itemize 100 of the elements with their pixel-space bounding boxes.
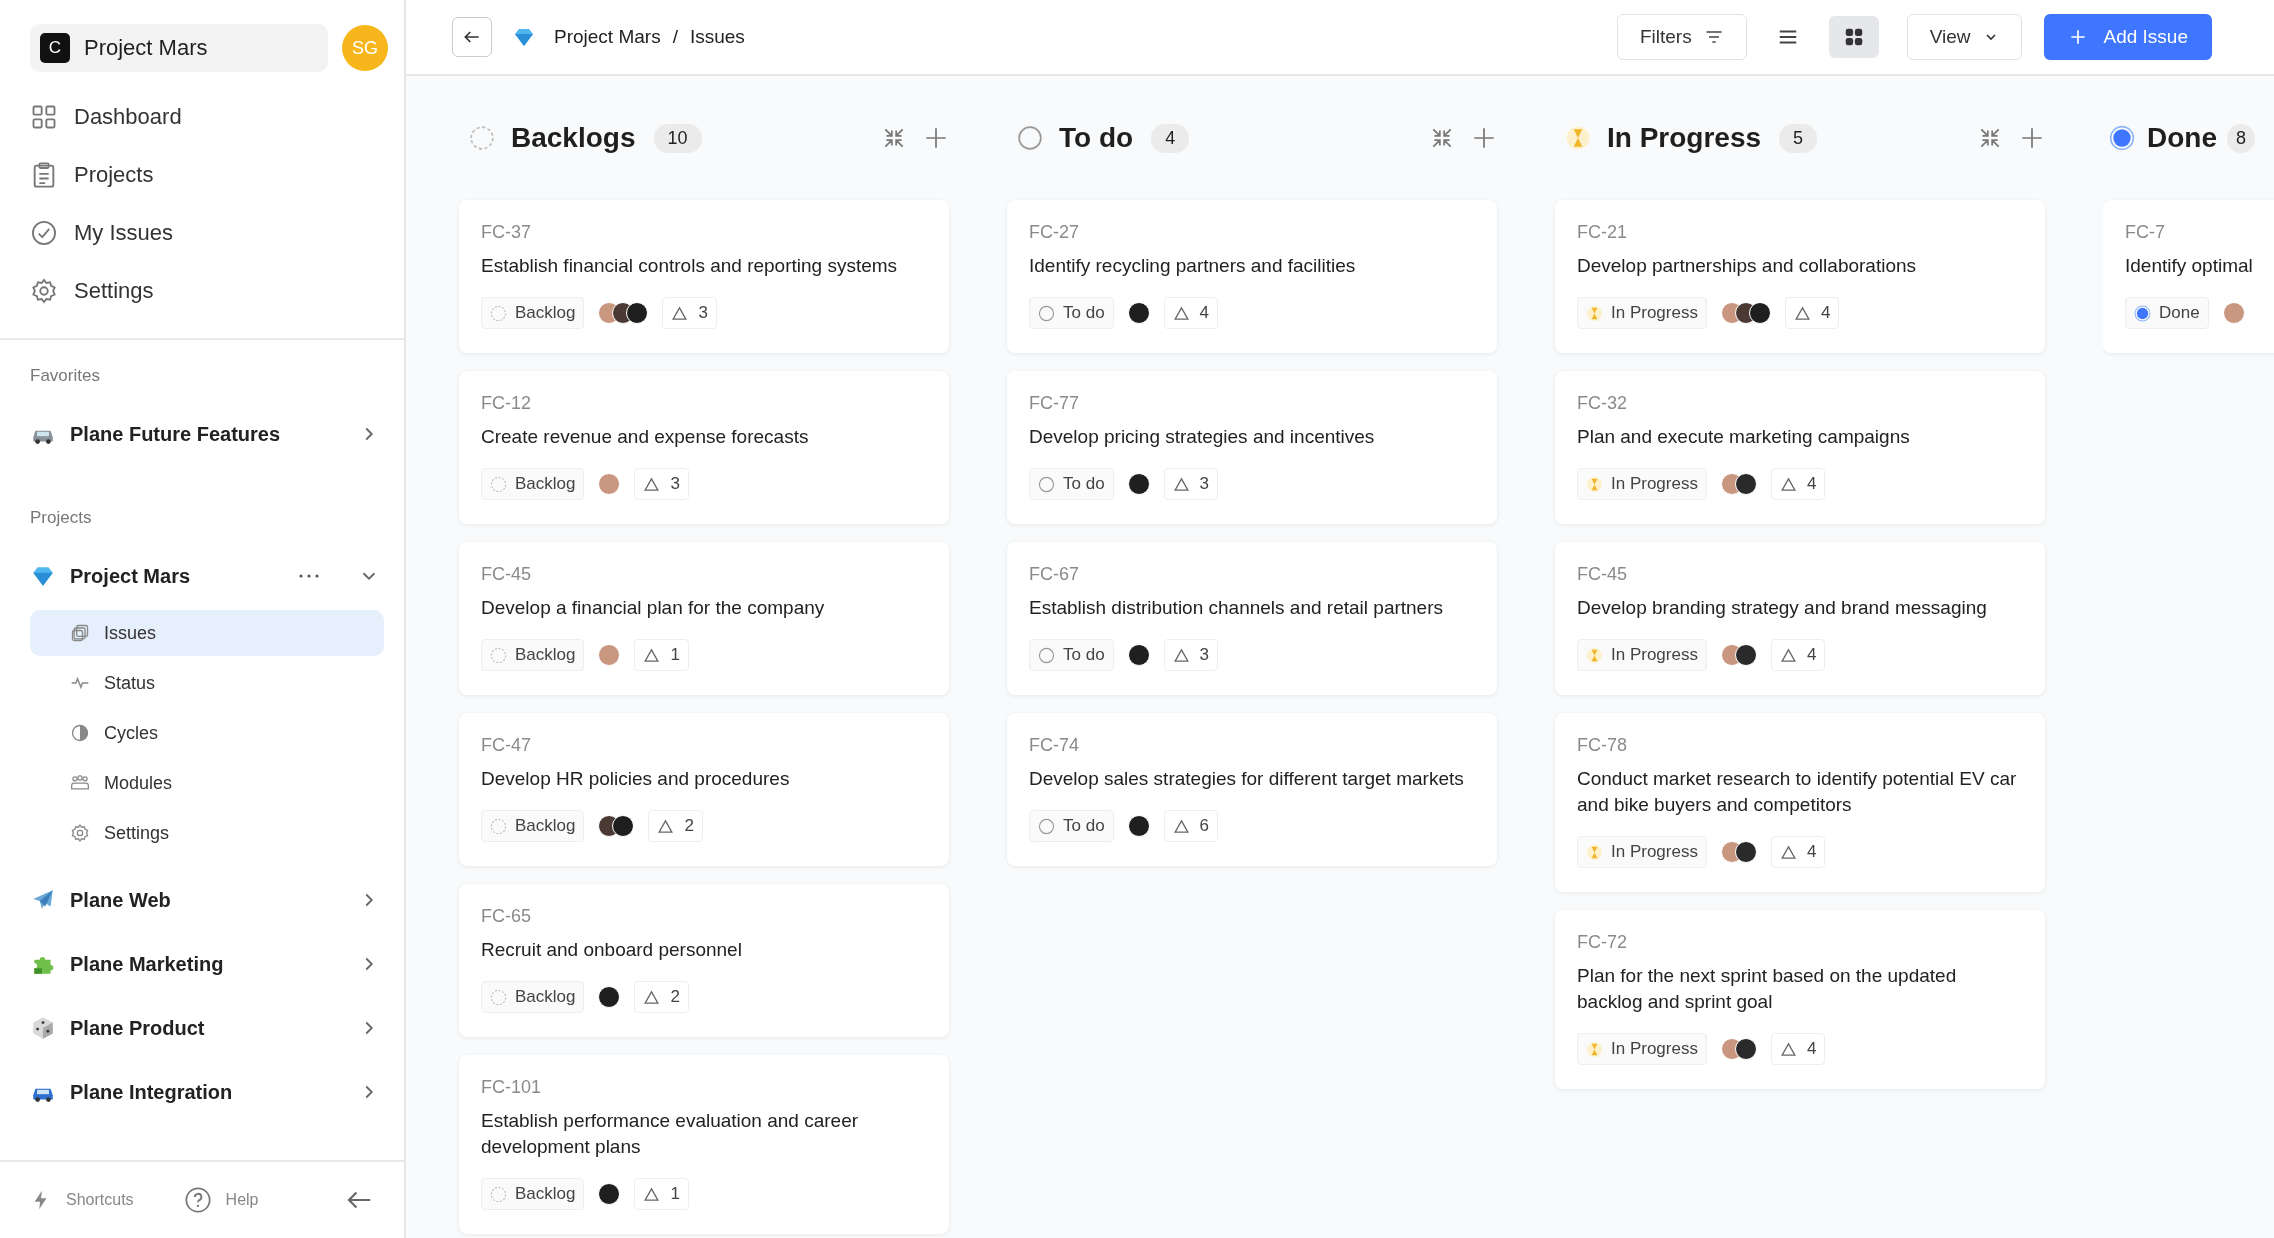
estimate-chip[interactable]: 3	[1163, 639, 1219, 671]
issue-title: Plan for the next sprint based on the updated backlog and sprint goal	[1577, 964, 1958, 1014]
issue-title: Develop pricing strategies and incentives	[1029, 425, 1376, 449]
estimate-chip[interactable]: 6	[1163, 810, 1219, 842]
project-subitem[interactable]: Status	[30, 660, 384, 706]
project-subitem[interactable]: Settings	[30, 810, 384, 856]
project-subitem[interactable]: Modules	[30, 760, 384, 806]
issue-title: Develop partnerships and collaborations	[1577, 254, 1918, 278]
add-issue-button[interactable]: Add Issue	[2043, 14, 2212, 60]
grid-icon	[30, 103, 58, 131]
dashed-circle-icon	[490, 988, 507, 1006]
state-chip[interactable]: In Progress	[1577, 836, 1707, 868]
state-chip[interactable]: To do	[1029, 468, 1114, 500]
triangle-icon	[1779, 475, 1797, 493]
plus-icon[interactable]	[2019, 125, 2045, 151]
estimate-chip[interactable]: 3	[634, 468, 689, 500]
view-dropdown[interactable]: View	[1906, 14, 2022, 60]
nav-item[interactable]: Settings	[30, 262, 404, 320]
issue-card[interactable]: FC-67 Establish distribution channels and retail partners To do 3	[1007, 542, 1497, 695]
issue-card[interactable]: FC-74 Develop sales strategies for different target markets To do 6	[1007, 713, 1497, 866]
help-link[interactable]: Help	[183, 1186, 259, 1214]
triangle-icon	[1793, 304, 1811, 322]
issue-card[interactable]: FC-72 Plan for the next sprint based on the updated backlog and sprint goal In Progress 4	[1555, 910, 2045, 1089]
project-item[interactable]: Plane Future Features	[30, 402, 384, 466]
state-chip[interactable]: Backlog	[481, 810, 585, 842]
column-title: In Progress	[1607, 122, 1762, 154]
state-chip[interactable]: In Progress	[1577, 639, 1707, 671]
filters-button[interactable]: Filters	[1616, 14, 1747, 60]
plus-icon[interactable]	[1471, 125, 1497, 151]
breadcrumb-link[interactable]: Issues	[689, 26, 745, 48]
state-chip[interactable]: In Progress	[1577, 468, 1707, 500]
plus-icon[interactable]	[923, 125, 949, 151]
dashed-circle-icon	[469, 125, 495, 151]
estimate-chip[interactable]: 4	[1770, 1033, 1826, 1065]
layers-icon	[70, 623, 90, 643]
issue-card[interactable]: FC-12 Create revenue and expense forecasts Backlog 3	[459, 371, 949, 524]
estimate-chip[interactable]: 4	[1770, 836, 1826, 868]
estimate-chip[interactable]: 4	[1163, 297, 1219, 329]
half-circle-icon	[70, 723, 90, 743]
state-chip[interactable]: In Progress	[1577, 1033, 1707, 1065]
state-chip[interactable]: Backlog	[481, 297, 585, 329]
shortcuts-link[interactable]: Shortcuts	[30, 1189, 134, 1211]
circle-icon	[1038, 646, 1055, 664]
triangle-icon	[1172, 817, 1190, 835]
issue-card[interactable]: FC-37 Establish financial controls and reporting systems Backlog 3	[459, 200, 949, 353]
state-chip[interactable]: Backlog	[481, 639, 585, 671]
hourglass-icon	[1586, 843, 1603, 861]
state-chip[interactable]: Backlog	[481, 468, 585, 500]
state-chip[interactable]: In Progress	[1577, 297, 1707, 329]
issue-card[interactable]: FC-65 Recruit and onboard personnel Backlog 2	[459, 884, 949, 1037]
issue-card[interactable]: FC-77 Develop pricing strategies and incentives To do 3	[1007, 371, 1497, 524]
issue-card[interactable]: FC-45 Develop a financial plan for the company Backlog 1	[459, 542, 949, 695]
estimate-chip[interactable]: 4	[1770, 639, 1826, 671]
state-chip[interactable]: Backlog	[481, 981, 585, 1013]
nav-item[interactable]: Dashboard	[30, 88, 404, 146]
nav-item[interactable]: My Issues	[30, 204, 404, 262]
estimate-chip[interactable]: 4	[1784, 297, 1840, 329]
workspace-switcher[interactable]: C Project Mars	[30, 24, 328, 72]
state-chip[interactable]: To do	[1029, 297, 1114, 329]
hourglass-icon	[1586, 1040, 1603, 1058]
state-chip[interactable]: To do	[1029, 639, 1114, 671]
project-item[interactable]: Plane Marketing	[30, 932, 384, 996]
issue-card[interactable]: FC-45 Develop branding strategy and brand messaging In Progress 4	[1555, 542, 2045, 695]
state-chip[interactable]: Done	[2125, 297, 2209, 329]
issue-id: FC-101	[481, 1077, 543, 1098]
estimate-chip[interactable]: 2	[634, 981, 689, 1013]
estimate-chip[interactable]: 3	[662, 297, 717, 329]
state-chip[interactable]: To do	[1029, 810, 1114, 842]
project-subitem[interactable]: Cycles	[30, 710, 384, 756]
circle-icon	[1038, 304, 1055, 322]
project-item[interactable]: Plane Integration	[30, 1060, 384, 1124]
issue-id: FC-32	[1577, 393, 1628, 414]
section-heading: Projects	[30, 508, 93, 528]
count-badge: 5	[1779, 123, 1818, 153]
issue-card[interactable]: FC-78 Conduct market research to identify potential EV car and bike buyers and competitors In Progress 4	[1555, 713, 2045, 892]
estimate-chip[interactable]: 1	[634, 1178, 689, 1210]
estimate-chip[interactable]: 3	[1163, 468, 1219, 500]
estimate-chip[interactable]: 1	[634, 639, 689, 671]
issue-card[interactable]: FC-7 Identify optimal Done	[2103, 200, 2274, 353]
project-item[interactable]: Plane Web	[30, 868, 384, 932]
column-title: Backlogs	[511, 122, 636, 154]
back-button[interactable]	[452, 17, 492, 57]
project-subitem[interactable]: Issues	[30, 610, 384, 656]
project-item[interactable]: Plane Product	[30, 996, 384, 1060]
state-chip[interactable]: Backlog	[481, 1178, 585, 1210]
issue-card[interactable]: FC-47 Develop HR policies and procedures Backlog 2	[459, 713, 949, 866]
circle-icon	[1017, 125, 1043, 151]
breadcrumb-link[interactable]: Project Mars	[554, 26, 661, 48]
issue-id: FC-37	[481, 222, 532, 243]
estimate-chip[interactable]: 4	[1770, 468, 1826, 500]
issue-card[interactable]: FC-101 Establish performance evaluation and career development plans Backlog 1	[459, 1055, 949, 1234]
issue-id: FC-27	[1029, 222, 1080, 243]
issue-card[interactable]: FC-21 Develop partnerships and collaborations In Progress 4	[1555, 200, 2045, 353]
project-item[interactable]: Project Mars	[30, 544, 384, 608]
issue-card[interactable]: FC-27 Identify recycling partners and facilities To do 4	[1007, 200, 1497, 353]
board-view-button[interactable]	[1828, 16, 1879, 58]
estimate-chip[interactable]: 2	[648, 810, 703, 842]
triangle-icon	[643, 1185, 661, 1203]
nav-item[interactable]: Projects	[30, 146, 404, 204]
issue-card[interactable]: FC-32 Plan and execute marketing campaigns In Progress 4	[1555, 371, 2045, 524]
